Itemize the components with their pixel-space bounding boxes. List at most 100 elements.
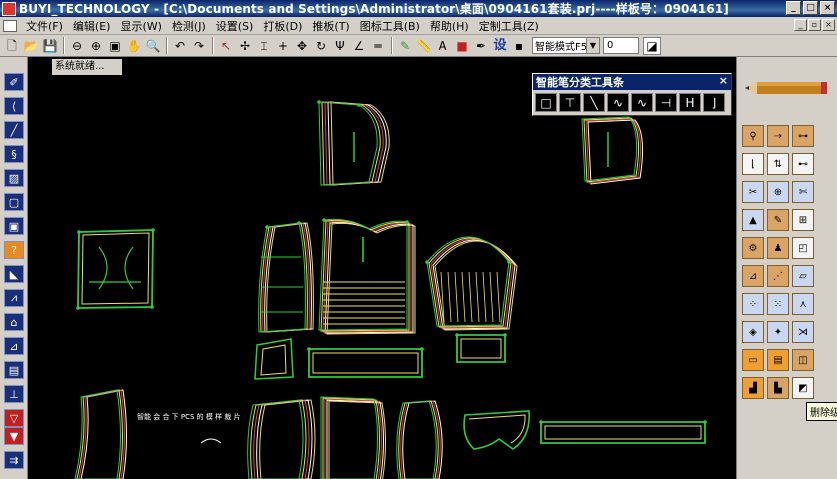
- zoom-all-icon[interactable]: 🔍: [144, 37, 162, 55]
- close-button[interactable]: ×: [820, 1, 835, 15]
- rectangle-icon[interactable]: ▢: [4, 193, 24, 211]
- tee-tool-icon[interactable]: ⊤: [559, 93, 581, 112]
- select-delete-icon[interactable]: ↖: [217, 37, 235, 55]
- smart-pen-toolbar[interactable]: 智能笔分类工具条 × □ ⊤ ╲ ∿ ∿ ⊣ H ⌋: [532, 73, 732, 116]
- curve-red-tool-icon[interactable]: ∿: [631, 93, 653, 112]
- parallel-icon[interactable]: ═: [369, 37, 387, 55]
- drawing-canvas[interactable]: 智能 会 合 下 PCS 的 模 样 裁 片: [29, 77, 735, 479]
- tool-23-icon[interactable]: ⋊: [792, 321, 814, 343]
- pocket-icon[interactable]: ▨: [4, 169, 24, 187]
- straighten-icon[interactable]: ◪: [643, 36, 661, 55]
- tool-5-icon[interactable]: ⊷: [792, 153, 814, 175]
- house-icon[interactable]: ⌂: [4, 313, 24, 331]
- notch-icon[interactable]: ▽: [4, 409, 24, 427]
- tool-28-icon[interactable]: ▙: [767, 377, 789, 399]
- diagonal-tool-icon[interactable]: ╲: [583, 93, 605, 112]
- tool-19-icon[interactable]: ⁙: [767, 293, 789, 315]
- rect-tool-icon[interactable]: □: [535, 93, 557, 112]
- tool-24-icon[interactable]: ▭: [742, 349, 764, 371]
- menu-check[interactable]: 检测(J): [167, 18, 211, 34]
- document-icon[interactable]: [3, 19, 17, 32]
- tool-17-icon[interactable]: ▱: [792, 265, 814, 287]
- color-icon[interactable]: ■: [453, 37, 471, 55]
- tool-18-icon[interactable]: ⁘: [742, 293, 764, 315]
- ruler-icon[interactable]: 📏: [415, 37, 433, 55]
- tool-29-icon[interactable]: ◩: [792, 377, 814, 399]
- zoom-window-icon[interactable]: ▣: [106, 37, 124, 55]
- tool-25-icon[interactable]: ▤: [767, 349, 789, 371]
- open-icon[interactable]: 📂: [22, 37, 40, 55]
- save-icon[interactable]: 💾: [41, 37, 59, 55]
- chevron-down-icon[interactable]: ▼: [586, 38, 599, 53]
- new-icon[interactable]: 🗋: [3, 37, 21, 55]
- tool-12-icon[interactable]: ⚙: [742, 237, 764, 259]
- menu-edit[interactable]: 编辑(E): [68, 18, 116, 34]
- number-input[interactable]: 0: [603, 37, 639, 54]
- h-tool-icon[interactable]: H: [679, 93, 701, 112]
- angle-icon[interactable]: ∠: [350, 37, 368, 55]
- tool-0-icon[interactable]: ⚲: [742, 125, 764, 147]
- pencil-green-icon[interactable]: ✎: [396, 37, 414, 55]
- tool-16-icon[interactable]: ⋰: [767, 265, 789, 287]
- tool-4-icon[interactable]: ⇅: [767, 153, 789, 175]
- question-icon[interactable]: ?: [4, 241, 24, 259]
- tool-3-icon[interactable]: ⌊: [742, 153, 764, 175]
- seam-icon[interactable]: ⊿: [4, 337, 24, 355]
- tool-26-icon[interactable]: ◫: [792, 349, 814, 371]
- pleat-icon[interactable]: ⩘: [4, 289, 24, 307]
- menu-file[interactable]: 文件(F): [21, 18, 68, 34]
- triangle-red-icon[interactable]: ▼: [4, 427, 24, 445]
- tool-13-icon[interactable]: ♟: [767, 237, 789, 259]
- split-icon[interactable]: Ψ: [331, 37, 349, 55]
- cross-icon[interactable]: +: [274, 37, 292, 55]
- move-icon[interactable]: ✥: [293, 37, 311, 55]
- tool-20-icon[interactable]: ⋏: [792, 293, 814, 315]
- tool-27-icon[interactable]: ▟: [742, 377, 764, 399]
- zoom-out-icon[interactable]: ⊖: [68, 37, 86, 55]
- menu-icon-tools[interactable]: 图标工具(B): [355, 18, 425, 34]
- curve-tool-icon[interactable]: ∿: [607, 93, 629, 112]
- save-piece-icon[interactable]: ▤: [4, 361, 24, 379]
- spiral-icon[interactable]: §: [4, 145, 24, 163]
- grey-box-icon[interactable]: ▪: [510, 37, 528, 55]
- minimize-button[interactable]: _: [786, 1, 801, 15]
- frame-icon[interactable]: ▣: [4, 217, 24, 235]
- text-style-icon[interactable]: Ꭺ: [434, 37, 452, 55]
- tool-2-icon[interactable]: ⊶: [792, 125, 814, 147]
- tool-7-icon[interactable]: ⊕: [767, 181, 789, 203]
- menu-settings[interactable]: 设置(S): [211, 18, 259, 34]
- tool-8-icon[interactable]: ✄: [792, 181, 814, 203]
- close-icon[interactable]: ×: [719, 74, 728, 87]
- tool-6-icon[interactable]: ✂: [742, 181, 764, 203]
- mirror-icon[interactable]: ⇉: [4, 451, 24, 469]
- undo-icon[interactable]: ↶: [171, 37, 189, 55]
- dimension-icon[interactable]: ⌶: [255, 37, 273, 55]
- curve-adjust-icon[interactable]: ⟨: [4, 97, 24, 115]
- point-icon[interactable]: ✢: [236, 37, 254, 55]
- zoom-in-icon[interactable]: ⊕: [87, 37, 105, 55]
- dart-icon[interactable]: ◣: [4, 265, 24, 283]
- pan-icon[interactable]: ✋: [125, 37, 143, 55]
- rotate-icon[interactable]: ↻: [312, 37, 330, 55]
- mode-select[interactable]: 智能模式F5 ▼: [532, 37, 600, 54]
- corner-tool-icon[interactable]: ⌋: [703, 93, 725, 112]
- tool-9-icon[interactable]: ▲: [742, 209, 764, 231]
- doc-close-button[interactable]: ×: [822, 19, 835, 31]
- menu-grading[interactable]: 推板(T): [307, 18, 354, 34]
- tool-11-icon[interactable]: ⊞: [792, 209, 814, 231]
- tool-22-icon[interactable]: ✦: [767, 321, 789, 343]
- title-bar[interactable]: BUYI_TECHNOLOGY - [C:\Documents and Sett…: [0, 0, 837, 17]
- settings-text-icon[interactable]: 设: [491, 37, 509, 55]
- pen-icon[interactable]: ✒: [472, 37, 490, 55]
- menu-pattern[interactable]: 打板(D): [258, 18, 307, 34]
- maximize-button[interactable]: □: [803, 1, 818, 15]
- menu-view[interactable]: 显示(W): [115, 18, 166, 34]
- doc-restore-button[interactable]: ▫: [808, 19, 821, 31]
- menu-custom-tools[interactable]: 定制工具(Z): [474, 18, 544, 34]
- tool-15-icon[interactable]: ⊿: [742, 265, 764, 287]
- line-icon[interactable]: ╱: [4, 121, 24, 139]
- tool-14-icon[interactable]: ◰: [792, 237, 814, 259]
- doc-minimize-button[interactable]: _: [794, 19, 807, 31]
- tool-10-icon[interactable]: ✎: [767, 209, 789, 231]
- smart-pen-toolbar-header[interactable]: 智能笔分类工具条 ×: [533, 74, 731, 90]
